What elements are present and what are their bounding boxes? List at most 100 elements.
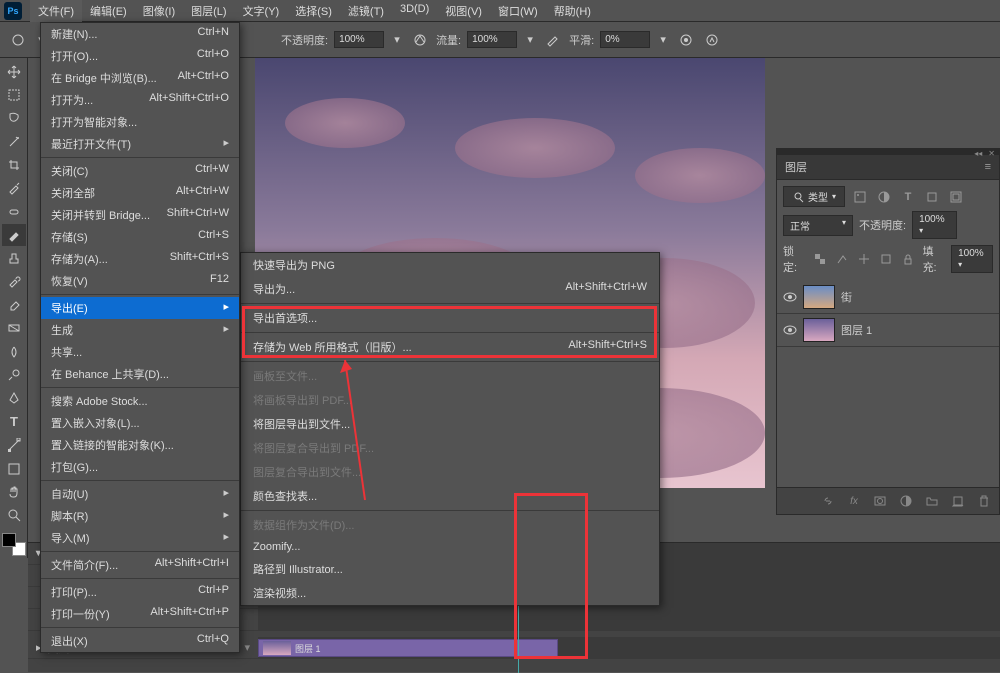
fx-icon[interactable]: fx (845, 492, 863, 510)
new-layer-icon[interactable] (949, 492, 967, 510)
lock-transparent-icon[interactable] (812, 250, 828, 268)
menu-10[interactable]: 帮助(H) (546, 0, 599, 22)
dodge-tool[interactable] (2, 364, 26, 385)
file-menu-item-2[interactable]: 在 Bridge 中浏览(B)...Alt+Ctrl+O (41, 67, 239, 89)
flow-dropdown[interactable]: ▾ (523, 33, 537, 47)
layers-tab[interactable]: 图层 (785, 159, 807, 175)
layer-opacity-value[interactable]: 100% ▾ (912, 211, 957, 239)
lasso-tool[interactable] (2, 108, 26, 129)
lock-image-icon[interactable] (834, 250, 850, 268)
file-menu-item-28[interactable]: 文件简介(F)...Alt+Shift+Ctrl+I (41, 554, 239, 576)
adjustment-icon[interactable] (897, 492, 915, 510)
gradient-tool[interactable] (2, 318, 26, 339)
blur-tool[interactable] (2, 341, 26, 362)
export-menu-item-17[interactable]: 渲染视频... (241, 581, 659, 605)
smooth-dropdown[interactable]: ▾ (656, 33, 670, 47)
export-menu-item-0[interactable]: 快速导出为 PNG (241, 253, 659, 277)
file-menu-item-7[interactable]: 关闭(C)Ctrl+W (41, 160, 239, 182)
menu-0[interactable]: 文件(F) (30, 0, 82, 22)
zoom-tool[interactable] (2, 505, 26, 526)
export-menu-item-1[interactable]: 导出为...Alt+Shift+Ctrl+W (241, 277, 659, 301)
visibility-icon[interactable] (783, 290, 797, 304)
eraser-tool[interactable] (2, 294, 26, 315)
mask-icon[interactable] (871, 492, 889, 510)
menu-1[interactable]: 编辑(E) (82, 0, 135, 22)
export-menu-item-9[interactable]: 将图层导出到文件... (241, 412, 659, 436)
pen-tool[interactable] (2, 388, 26, 409)
delete-icon[interactable] (975, 492, 993, 510)
export-menu-item-15[interactable]: Zoomify... (241, 537, 659, 557)
path-tool[interactable] (2, 435, 26, 456)
move-tool[interactable] (2, 61, 26, 82)
file-menu-item-15[interactable]: 生成▸ (41, 319, 239, 341)
link-layers-icon[interactable] (819, 492, 837, 510)
file-menu-item-1[interactable]: 打开(O)...Ctrl+O (41, 45, 239, 67)
track-menu-icon[interactable]: ▾ (244, 641, 250, 654)
file-menu-item-16[interactable]: 共享... (41, 341, 239, 363)
opacity-value[interactable]: 100% (334, 31, 384, 48)
file-menu-item-30[interactable]: 打印(P)...Ctrl+P (41, 581, 239, 603)
file-menu-item-20[interactable]: 置入嵌入对象(L)... (41, 412, 239, 434)
brush-preset-icon[interactable] (8, 30, 28, 50)
filter-shape-icon[interactable] (923, 188, 941, 206)
file-menu-item-3[interactable]: 打开为...Alt+Shift+Ctrl+O (41, 89, 239, 111)
panel-close-icon[interactable]: ✕ (988, 149, 995, 155)
file-menu-item-11[interactable]: 存储为(A)...Shift+Ctrl+S (41, 248, 239, 270)
filter-image-icon[interactable] (851, 188, 869, 206)
menu-6[interactable]: 滤镜(T) (340, 0, 392, 22)
menu-9[interactable]: 窗口(W) (490, 0, 546, 22)
file-menu-item-24[interactable]: 自动(U)▸ (41, 483, 239, 505)
file-menu-item-10[interactable]: 存储(S)Ctrl+S (41, 226, 239, 248)
file-menu-item-12[interactable]: 恢复(V)F12 (41, 270, 239, 292)
file-menu-item-5[interactable]: 最近打开文件(T)▸ (41, 133, 239, 155)
timeline-clip[interactable]: 图层 1 (258, 639, 558, 657)
file-menu-item-25[interactable]: 脚本(R)▸ (41, 505, 239, 527)
shape-tool[interactable] (2, 458, 26, 479)
file-menu-item-8[interactable]: 关闭全部Alt+Ctrl+W (41, 182, 239, 204)
hand-tool[interactable] (2, 481, 26, 502)
flow-value[interactable]: 100% (467, 31, 517, 48)
file-menu-item-26[interactable]: 导入(M)▸ (41, 527, 239, 549)
foreground-color[interactable] (2, 533, 16, 547)
menu-8[interactable]: 视图(V) (437, 0, 490, 22)
history-brush-tool[interactable] (2, 271, 26, 292)
export-menu-item-3[interactable]: 导出首选项... (241, 306, 659, 330)
export-menu-item-16[interactable]: 路径到 Illustrator... (241, 557, 659, 581)
group-icon[interactable] (923, 492, 941, 510)
filter-type-icon[interactable]: T (899, 188, 917, 206)
eyedropper-tool[interactable] (2, 178, 26, 199)
pressure-size-icon[interactable] (702, 30, 722, 50)
file-menu-item-33[interactable]: 退出(X)Ctrl+Q (41, 630, 239, 652)
filter-smart-icon[interactable] (947, 188, 965, 206)
lock-all-icon[interactable] (900, 250, 916, 268)
healing-tool[interactable] (2, 201, 26, 222)
lock-artboard-icon[interactable] (878, 250, 894, 268)
menu-7[interactable]: 3D(D) (392, 0, 437, 22)
file-menu-item-31[interactable]: 打印一份(Y)Alt+Shift+Ctrl+P (41, 603, 239, 625)
filter-type-dropdown[interactable]: 类型 ▾ (783, 186, 845, 207)
fill-value[interactable]: 100% ▾ (951, 245, 993, 273)
layer-name[interactable]: 图层 1 (841, 322, 872, 338)
panel-collapse-icon[interactable]: ◂◂ (974, 149, 982, 155)
opacity-dropdown[interactable]: ▾ (390, 33, 404, 47)
export-menu-item-5[interactable]: 存储为 Web 所用格式（旧版）...Alt+Shift+Ctrl+S (241, 335, 659, 359)
layer-row[interactable]: 图层 1 (777, 314, 999, 347)
wand-tool[interactable] (2, 131, 26, 152)
marquee-tool[interactable] (2, 84, 26, 105)
airbrush-icon[interactable] (543, 30, 563, 50)
lock-position-icon[interactable] (856, 250, 872, 268)
filter-adjust-icon[interactable] (875, 188, 893, 206)
file-menu-item-19[interactable]: 搜索 Adobe Stock... (41, 390, 239, 412)
file-menu-item-22[interactable]: 打包(G)... (41, 456, 239, 478)
menu-4[interactable]: 文字(Y) (235, 0, 288, 22)
blend-mode-dropdown[interactable]: 正常 ▾ (783, 215, 853, 236)
stamp-tool[interactable] (2, 248, 26, 269)
smooth-settings-icon[interactable] (676, 30, 696, 50)
color-swatches[interactable] (2, 533, 26, 556)
export-menu-item-12[interactable]: 颜色查找表... (241, 484, 659, 508)
file-menu-item-21[interactable]: 置入链接的智能对象(K)... (41, 434, 239, 456)
layer-name[interactable]: 街 (841, 289, 852, 305)
file-menu-item-9[interactable]: 关闭并转到 Bridge...Shift+Ctrl+W (41, 204, 239, 226)
crop-tool[interactable] (2, 154, 26, 175)
pressure-opacity-icon[interactable] (410, 30, 430, 50)
